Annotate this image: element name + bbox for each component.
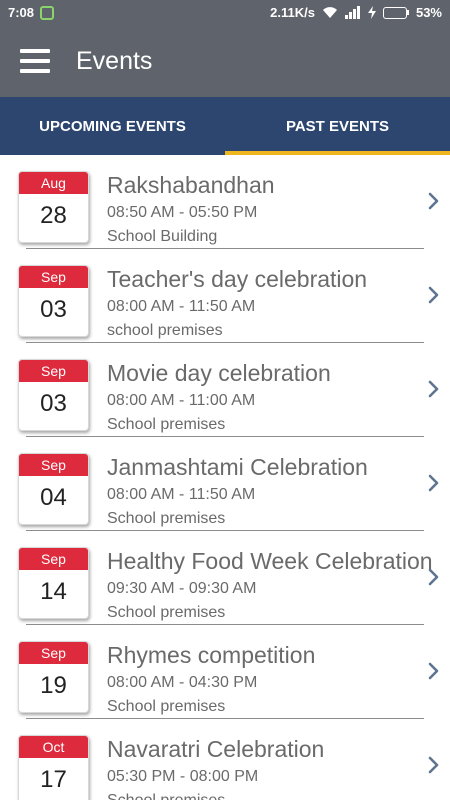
event-title: Janmashtami Celebration bbox=[107, 454, 368, 480]
event-day: 14 bbox=[40, 578, 67, 605]
event-location: School premises bbox=[107, 416, 226, 433]
event-day: 04 bbox=[40, 484, 67, 511]
event-time: 08:00 AM - 11:00 AM bbox=[107, 392, 256, 409]
event-time: 08:50 AM - 05:50 PM bbox=[107, 204, 258, 221]
event-location: school premises bbox=[107, 322, 223, 339]
tab-upcoming-events[interactable]: UPCOMING EVENTS bbox=[0, 97, 225, 155]
battery-icon bbox=[382, 6, 409, 19]
event-month: Sep bbox=[19, 642, 88, 664]
event-day: 19 bbox=[40, 672, 67, 699]
event-title: Teacher's day celebration bbox=[107, 266, 368, 292]
event-day: 17 bbox=[40, 766, 67, 793]
event-time: 09:30 AM - 09:30 AM bbox=[107, 580, 257, 597]
event-row[interactable]: Sep 19 Rhymes competition 08:00 AM - 04:… bbox=[0, 625, 450, 719]
event-row[interactable]: Sep 03 Teacher's day celebration 08:00 A… bbox=[0, 249, 450, 343]
status-time: 7:08 bbox=[8, 5, 35, 20]
event-month: Sep bbox=[19, 548, 88, 570]
event-day: 28 bbox=[40, 202, 67, 229]
event-title: Movie day celebration bbox=[107, 360, 331, 386]
battery-percent: 53% bbox=[415, 5, 442, 20]
event-title: Rakshabandhan bbox=[107, 172, 275, 198]
event-row[interactable]: Oct 17 Navaratri Celebration 05:30 PM - … bbox=[0, 719, 450, 800]
calendar-icon: Sep 04 bbox=[18, 453, 89, 525]
app-bar: Events bbox=[0, 25, 450, 97]
event-location: School premises bbox=[107, 792, 225, 800]
hamburger-menu-icon[interactable] bbox=[20, 49, 50, 73]
event-row[interactable]: Sep 14 Healthy Food Week Celebration 09:… bbox=[0, 531, 450, 625]
network-speed: 2.11K/s bbox=[270, 5, 315, 20]
wifi-icon bbox=[322, 7, 337, 18]
calendar-icon: Aug 28 bbox=[18, 171, 89, 243]
charging-icon bbox=[367, 6, 376, 19]
event-time: 08:00 AM - 04:30 PM bbox=[107, 674, 258, 691]
event-row[interactable]: Sep 04 Janmashtami Celebration 08:00 AM … bbox=[0, 437, 450, 531]
chevron-right-icon[interactable] bbox=[427, 285, 441, 305]
chevron-right-icon[interactable] bbox=[427, 379, 441, 399]
event-month: Sep bbox=[19, 360, 88, 382]
event-location: School premises bbox=[107, 510, 226, 527]
event-month: Oct bbox=[19, 736, 88, 758]
status-bar: 7:08 2.11K/s 53% bbox=[0, 0, 450, 25]
event-location: School premises bbox=[107, 604, 226, 621]
event-time: 08:00 AM - 11:50 AM bbox=[107, 298, 256, 315]
event-month: Aug bbox=[19, 172, 88, 194]
calendar-icon: Sep 19 bbox=[18, 641, 89, 713]
event-day: 03 bbox=[40, 390, 67, 417]
calendar-icon: Sep 03 bbox=[18, 265, 89, 337]
signal-icon bbox=[344, 6, 360, 19]
page-title: Events bbox=[76, 46, 153, 75]
calendar-icon: Sep 03 bbox=[18, 359, 89, 431]
chevron-right-icon[interactable] bbox=[427, 567, 441, 587]
tab-past-events[interactable]: PAST EVENTS bbox=[225, 97, 450, 155]
event-row[interactable]: Sep 03 Movie day celebration 08:00 AM - … bbox=[0, 343, 450, 437]
chevron-right-icon[interactable] bbox=[427, 661, 441, 681]
event-day: 03 bbox=[40, 296, 67, 323]
event-title: Rhymes competition bbox=[107, 642, 316, 668]
notification-icon bbox=[40, 5, 55, 20]
event-time: 05:30 PM - 08:00 PM bbox=[107, 768, 259, 785]
event-title: Healthy Food Week Celebration bbox=[107, 548, 433, 574]
events-list: Aug 28 Rakshabandhan 08:50 AM - 05:50 PM… bbox=[0, 155, 450, 800]
chevron-right-icon[interactable] bbox=[427, 191, 441, 211]
event-time: 08:00 AM - 11:50 AM bbox=[107, 486, 256, 503]
calendar-icon: Oct 17 bbox=[18, 735, 89, 800]
event-month: Sep bbox=[19, 454, 88, 476]
chevron-right-icon[interactable] bbox=[427, 473, 441, 493]
calendar-icon: Sep 14 bbox=[18, 547, 89, 619]
event-title: Navaratri Celebration bbox=[107, 736, 325, 762]
tab-bar: UPCOMING EVENTS PAST EVENTS bbox=[0, 97, 450, 155]
event-location: School premises bbox=[107, 698, 226, 715]
event-location: School Building bbox=[107, 228, 218, 245]
event-row[interactable]: Aug 28 Rakshabandhan 08:50 AM - 05:50 PM… bbox=[0, 155, 450, 249]
chevron-right-icon[interactable] bbox=[427, 755, 441, 775]
event-month: Sep bbox=[19, 266, 88, 288]
